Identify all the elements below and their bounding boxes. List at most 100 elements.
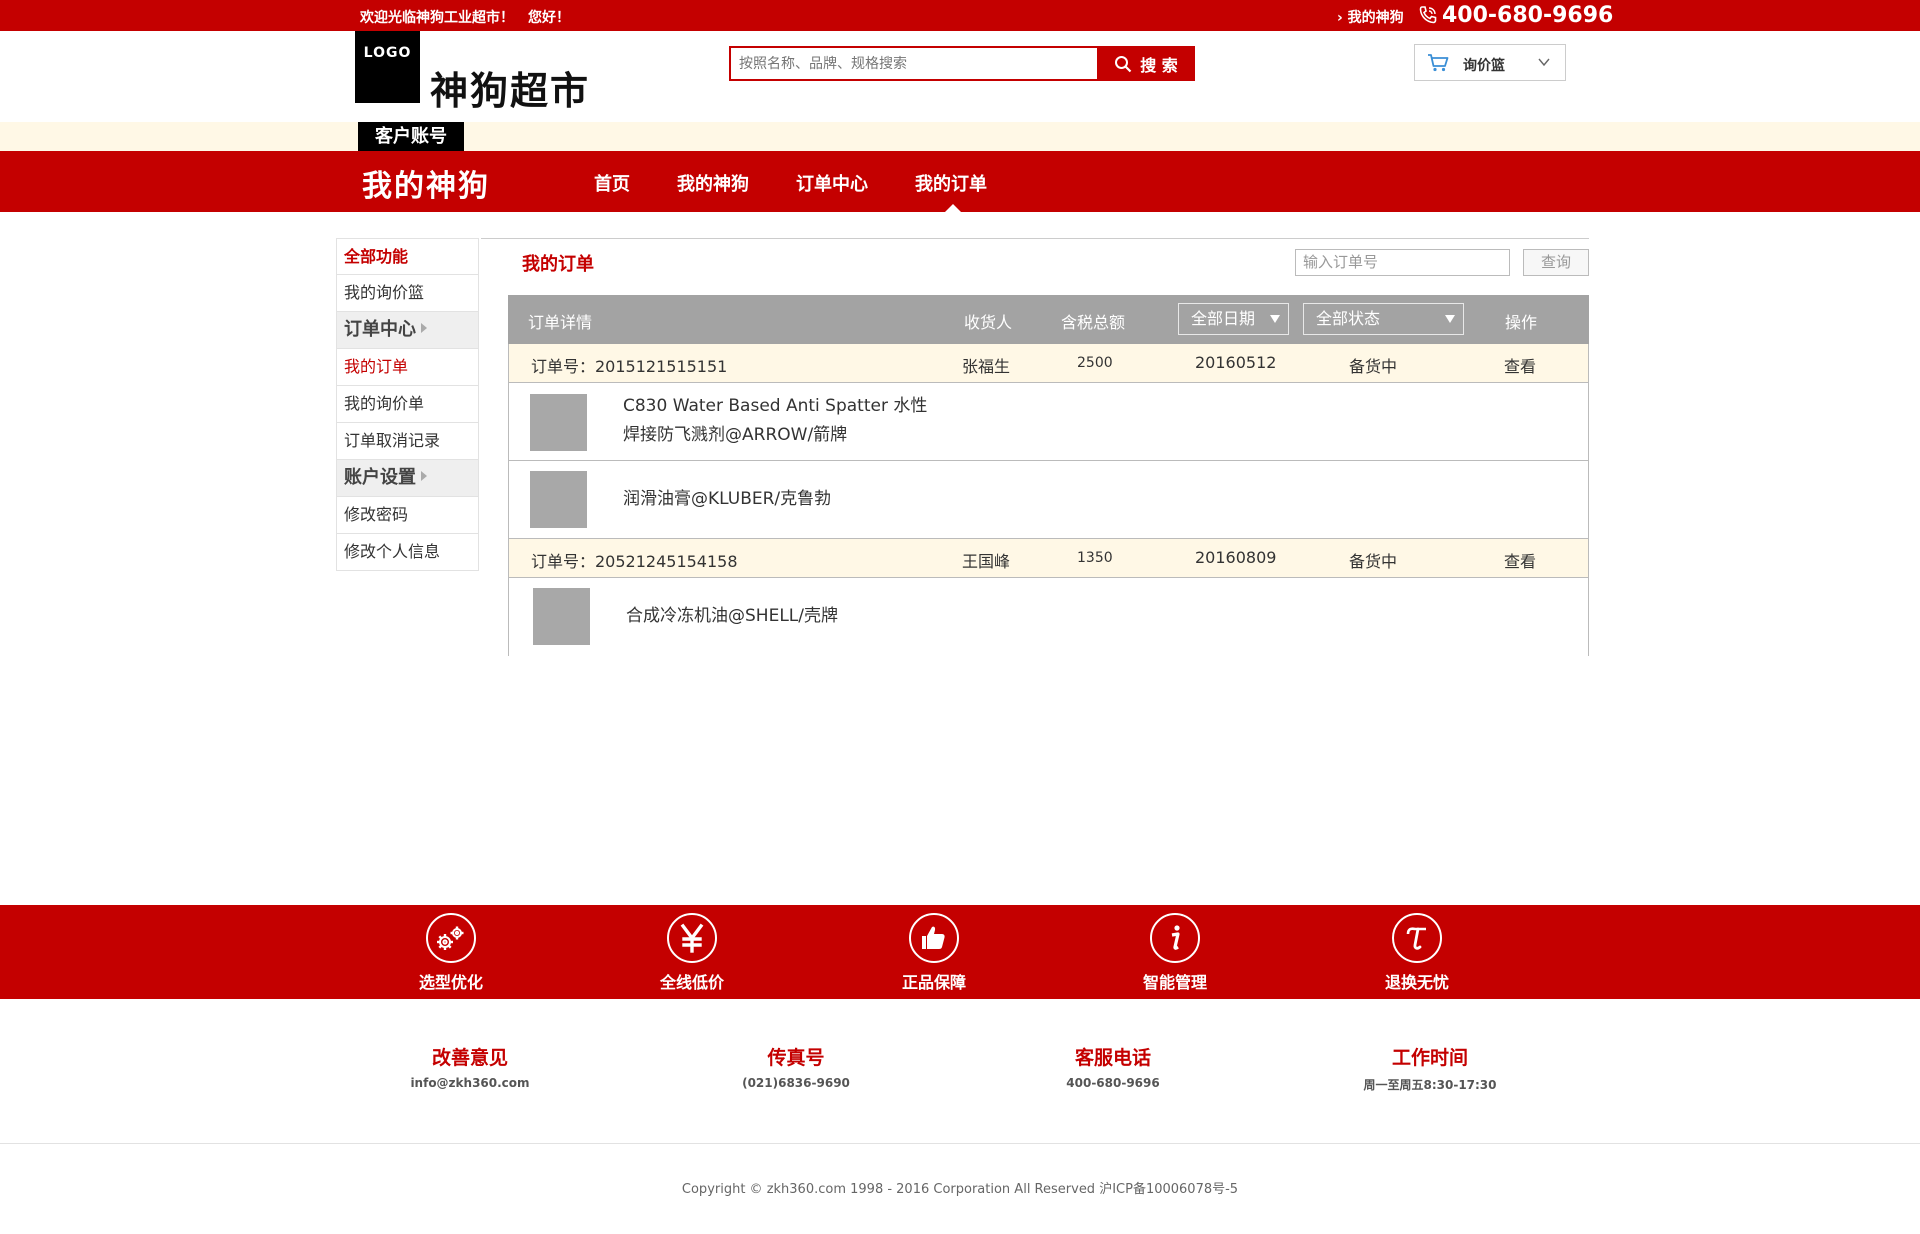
product-name-line: C830 Water Based Anti Spatter 水性 bbox=[623, 396, 928, 416]
product-name[interactable]: 合成冷冻机油@SHELL/壳牌 bbox=[626, 602, 838, 631]
hotline: 400-680-9696 bbox=[1418, 3, 1613, 28]
feature-easy-return[interactable]: 退换无忧 bbox=[1357, 913, 1477, 993]
view-order-link[interactable]: 查看 bbox=[1504, 548, 1536, 572]
contact-feedback: 改善意见 info@zkh360.com bbox=[360, 1043, 580, 1090]
nav-item-home[interactable]: 首页 bbox=[594, 170, 630, 196]
active-nav-pointer bbox=[945, 204, 961, 212]
caret-right-icon bbox=[421, 323, 427, 333]
product-name[interactable]: 润滑油膏@KLUBER/克鲁勃 bbox=[623, 485, 831, 514]
nav-item-my-shengou[interactable]: 我的神狗 bbox=[677, 170, 749, 196]
product-thumbnail[interactable] bbox=[530, 394, 587, 451]
col-receiver: 收货人 bbox=[964, 313, 1013, 332]
feature-smart-management[interactable]: 智能管理 bbox=[1115, 913, 1235, 993]
order-status: 备货中 bbox=[1349, 357, 1398, 376]
search-button-label: 搜 索 bbox=[1140, 55, 1178, 75]
sidebar-item-all-functions[interactable]: 全部功能 bbox=[336, 238, 479, 275]
date-filter-select[interactable]: 全部日期 bbox=[1178, 303, 1289, 335]
order-status: 备货中 bbox=[1349, 552, 1398, 571]
feature-label: 智能管理 bbox=[1142, 973, 1207, 992]
nav-brand: 我的神狗 bbox=[362, 169, 490, 204]
product-name-line: 焊接防飞溅剂@ARROW/箭牌 bbox=[623, 425, 848, 445]
order-date: 20160512 bbox=[1195, 353, 1277, 372]
main-nav: 我的神狗 首页 我的神狗 订单中心 我的订单 bbox=[0, 151, 1920, 212]
welcome-text: 欢迎光临神狗工业超市！ 您好！ bbox=[360, 10, 570, 26]
contact-value[interactable]: info@zkh360.com bbox=[360, 1076, 580, 1090]
dropdown-arrow-icon bbox=[1270, 315, 1280, 323]
status-filter-select[interactable]: 全部状态 bbox=[1303, 303, 1464, 335]
contact-fax: 传真号 (021)6836-9690 bbox=[686, 1043, 906, 1090]
sidebar-item-my-orders[interactable]: 我的订单 bbox=[336, 349, 479, 386]
feature-label: 全线低价 bbox=[659, 973, 724, 992]
features-band: 选型优化 全线低价 正品保障 智能管理 退换无忧 bbox=[0, 905, 1920, 999]
col-amount: 含税总额 bbox=[1061, 313, 1126, 332]
nav-item-my-orders[interactable]: 我的订单 bbox=[915, 170, 987, 196]
nav-item-order-center[interactable]: 订单中心 bbox=[796, 170, 868, 196]
site-name[interactable]: 神狗超市 bbox=[430, 60, 590, 115]
content-top-rule bbox=[481, 238, 1589, 239]
sidebar: 全部功能 我的询价篮 订单中心 我的订单 我的询价单 订单取消记录 账户设置 修… bbox=[336, 238, 479, 571]
product-row[interactable]: 合成冷冻机油@SHELL/壳牌 bbox=[509, 578, 1588, 656]
feature-label: 正品保障 bbox=[901, 973, 966, 992]
order-receiver: 王国峰 bbox=[962, 552, 1011, 571]
sidebar-item-edit-profile[interactable]: 修改个人信息 bbox=[336, 534, 479, 571]
col-action: 操作 bbox=[1505, 313, 1538, 332]
sidebar-item-cancel-records[interactable]: 订单取消记录 bbox=[336, 423, 479, 460]
my-shengou-link[interactable]: › 我的神狗 bbox=[1337, 7, 1404, 27]
copyright: Copyright © zkh360.com 1998 - 2016 Corpo… bbox=[681, 1182, 1239, 1197]
sidebar-group-order-center[interactable]: 订单中心 bbox=[336, 312, 479, 349]
product-row[interactable]: C830 Water Based Anti Spatter 水性 焊接防飞溅剂@… bbox=[509, 383, 1588, 461]
product-row[interactable]: 润滑油膏@KLUBER/克鲁勃 bbox=[509, 461, 1588, 539]
contact-title: 工作时间 bbox=[1391, 1047, 1468, 1069]
logo[interactable]: LOGO bbox=[355, 31, 420, 103]
sidebar-group-account-settings[interactable]: 账户设置 bbox=[336, 460, 479, 497]
feature-genuine-guarantee[interactable]: 正品保障 bbox=[874, 913, 994, 993]
order-number-input[interactable]: 输入订单号 bbox=[1295, 249, 1510, 276]
return-icon bbox=[1392, 913, 1442, 963]
search-input[interactable] bbox=[729, 46, 1097, 81]
col-order-detail: 订单详情 bbox=[528, 313, 593, 332]
gears-icon bbox=[426, 913, 476, 963]
query-button[interactable]: 查询 bbox=[1523, 249, 1589, 276]
contact-value: 周一至周五8:30-17:30 bbox=[1363, 1078, 1497, 1092]
contact-work-hours: 工作时间 周一至周五8:30-17:30 bbox=[1320, 1043, 1540, 1093]
contact-value: (021)6836-9690 bbox=[742, 1076, 850, 1090]
contact-value: 400-680-9696 bbox=[1066, 1076, 1160, 1090]
customer-account-tab[interactable]: 客户账号 bbox=[358, 122, 464, 151]
feature-selection-optimization[interactable]: 选型优化 bbox=[391, 913, 511, 993]
date-filter-value: 全部日期 bbox=[1191, 309, 1256, 328]
thumbs-up-icon bbox=[909, 913, 959, 963]
caret-right-icon bbox=[421, 471, 427, 481]
view-order-link[interactable]: 查看 bbox=[1504, 353, 1536, 377]
inquiry-basket-button[interactable]: 询价篮 bbox=[1414, 44, 1566, 81]
account-strip bbox=[0, 122, 1920, 151]
status-filter-value: 全部状态 bbox=[1316, 309, 1381, 328]
orders-table-body: 订单号：2015121515151 张福生 2500 20160512 备货中 … bbox=[508, 344, 1589, 656]
order-amount: 1350 bbox=[1077, 550, 1113, 566]
phone-icon bbox=[1419, 6, 1437, 24]
order-header-row: 订单号：2015121515151 张福生 2500 20160512 备货中 … bbox=[509, 344, 1588, 383]
order-number: 订单号：20521245154158 bbox=[531, 552, 738, 571]
order-receiver: 张福生 bbox=[962, 357, 1011, 376]
order-date: 20160809 bbox=[1195, 548, 1277, 567]
sidebar-group-label: 订单中心 bbox=[344, 319, 416, 340]
contact-service-phone: 客服电话 400-680-9696 bbox=[1003, 1043, 1223, 1090]
order-header-row: 订单号：20521245154158 王国峰 1350 20160809 备货中… bbox=[509, 539, 1588, 578]
search-icon bbox=[1115, 55, 1132, 72]
sidebar-group-label: 账户设置 bbox=[344, 467, 416, 488]
contact-title: 客服电话 bbox=[1074, 1047, 1151, 1069]
chevron-down-icon bbox=[1538, 58, 1550, 67]
product-thumbnail[interactable] bbox=[533, 588, 590, 645]
sidebar-item-my-inquiries[interactable]: 我的询价单 bbox=[336, 386, 479, 423]
feature-low-price[interactable]: 全线低价 bbox=[632, 913, 752, 993]
footer-divider bbox=[0, 1143, 1920, 1144]
sidebar-item-change-password[interactable]: 修改密码 bbox=[336, 497, 479, 534]
page-title: 我的订单 bbox=[522, 254, 594, 275]
hotline-number: 400-680-9696 bbox=[1442, 3, 1614, 28]
dropdown-arrow-icon bbox=[1445, 315, 1455, 323]
orders-table-header: 订单详情 收货人 含税总额 全部日期 全部状态 操作 bbox=[508, 295, 1589, 344]
top-bar: 欢迎光临神狗工业超市！ 您好！ › 我的神狗 400-680-9696 bbox=[0, 0, 1920, 31]
search-button[interactable]: 搜 索 bbox=[1097, 46, 1195, 81]
product-name[interactable]: C830 Water Based Anti Spatter 水性 焊接防飞溅剂@… bbox=[623, 392, 927, 450]
sidebar-item-inquiry-basket[interactable]: 我的询价篮 bbox=[336, 275, 479, 312]
product-thumbnail[interactable] bbox=[530, 471, 587, 528]
